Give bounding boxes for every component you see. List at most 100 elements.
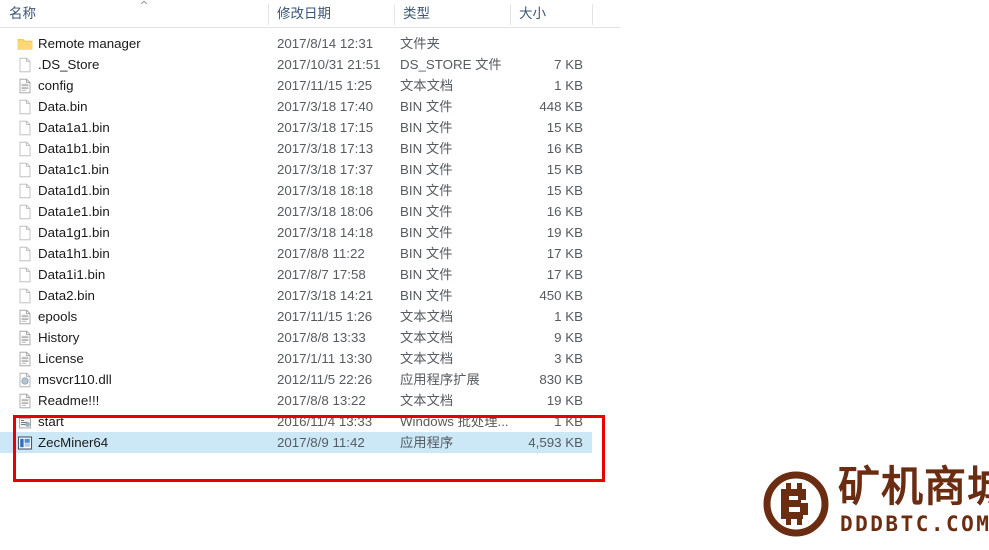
blank-file-icon: [17, 99, 33, 115]
cell-file-name: config: [38, 78, 74, 93]
cell-file-name: Data1i1.bin: [38, 267, 106, 282]
column-header-name[interactable]: 名称: [0, 0, 268, 27]
blank-file-icon: [17, 57, 33, 73]
table-row[interactable]: ZecMiner64 2017/8/9 11:42 应用程序 4,593 KB: [0, 432, 592, 453]
table-row[interactable]: Readme!!! 2017/8/8 13:22 文本文档 19 KB: [0, 390, 592, 411]
cell-modified-date: 2017/3/18 17:13: [277, 141, 374, 156]
bitcoin-logo-icon: [762, 470, 830, 538]
batch-file-icon: [17, 414, 33, 430]
cell-file-size: 16 KB: [546, 204, 583, 219]
table-row[interactable]: Data1e1.bin 2017/3/18 18:06 BIN 文件 16 KB: [0, 201, 592, 222]
cell-file-size: 448 KB: [539, 99, 583, 114]
cell-file-type: 文本文档: [400, 78, 454, 93]
blank-file-icon: [17, 204, 33, 220]
cell-file-size: 450 KB: [539, 288, 583, 303]
table-row[interactable]: History 2017/8/8 13:33 文本文档 9 KB: [0, 327, 592, 348]
cell-file-name: Data1a1.bin: [38, 120, 110, 135]
cell-modified-date: 2012/11/5 22:26: [277, 372, 373, 387]
cell-file-type: 应用程序扩展: [400, 372, 480, 387]
cell-modified-date: 2017/3/18 14:18: [277, 225, 374, 240]
blank-file-icon: [17, 162, 33, 178]
cell-file-size: 19 KB: [546, 225, 583, 240]
watermark-domain-text: DDDBTC.COM: [840, 512, 989, 536]
cell-modified-date: 2017/3/18 17:37: [277, 162, 374, 177]
cell-file-size: 17 KB: [546, 267, 583, 282]
cell-file-name: ZecMiner64: [38, 435, 109, 450]
table-row[interactable]: Data1h1.bin 2017/8/8 11:22 BIN 文件 17 KB: [0, 243, 592, 264]
cell-file-name: Remote manager: [38, 36, 141, 51]
blank-file-icon: [17, 225, 33, 241]
text-file-icon: [17, 351, 33, 367]
column-header-date[interactable]: 修改日期: [268, 0, 394, 27]
cell-file-type: BIN 文件: [400, 246, 453, 261]
blank-file-icon: [17, 288, 33, 304]
cell-file-type: BIN 文件: [400, 162, 453, 177]
table-row[interactable]: config 2017/11/15 1:25 文本文档 1 KB: [0, 75, 592, 96]
cell-file-name: Data1e1.bin: [38, 204, 110, 219]
text-file-icon: [17, 78, 33, 94]
cell-file-type: DS_STORE 文件: [400, 57, 502, 72]
column-header-size[interactable]: 大小: [510, 0, 592, 27]
cell-file-type: BIN 文件: [400, 288, 453, 303]
cell-file-size: 9 KB: [554, 330, 583, 345]
table-row[interactable]: Data1c1.bin 2017/3/18 17:37 BIN 文件 15 KB: [0, 159, 592, 180]
blank-file-icon: [17, 246, 33, 262]
table-row[interactable]: Data1a1.bin 2017/3/18 17:15 BIN 文件 15 KB: [0, 117, 592, 138]
cell-file-name: Data1c1.bin: [38, 162, 109, 177]
cell-file-name: start: [38, 414, 64, 429]
cell-file-size: 1 KB: [554, 78, 583, 93]
column-divider[interactable]: [592, 4, 593, 25]
cell-modified-date: 2017/10/31 21:51: [277, 57, 381, 72]
table-row[interactable]: License 2017/1/11 13:30 文本文档 3 KB: [0, 348, 592, 369]
text-file-icon: [17, 393, 33, 409]
cell-modified-date: 2016/11/4 13:33: [277, 414, 373, 429]
table-row[interactable]: .DS_Store 2017/10/31 21:51 DS_STORE 文件 7 KB: [0, 54, 592, 75]
cell-file-size: 15 KB: [546, 162, 583, 177]
blank-file-icon: [17, 120, 33, 136]
cell-modified-date: 2017/3/18 18:06: [277, 204, 374, 219]
cell-modified-date: 2017/3/18 18:18: [277, 183, 374, 198]
cell-file-name: msvcr110.dll: [38, 372, 112, 387]
cell-file-type: 应用程序: [400, 435, 454, 450]
table-row[interactable]: Data2.bin 2017/3/18 14:21 BIN 文件 450 KB: [0, 285, 592, 306]
table-row[interactable]: Data1g1.bin 2017/3/18 14:18 BIN 文件 19 KB: [0, 222, 592, 243]
cell-file-type: BIN 文件: [400, 120, 453, 135]
cell-file-name: Data.bin: [38, 99, 88, 114]
table-row[interactable]: Data1i1.bin 2017/8/7 17:58 BIN 文件 17 KB: [0, 264, 592, 285]
watermark-chinese-text: 矿机商城: [838, 462, 989, 511]
table-row[interactable]: Data1b1.bin 2017/3/18 17:13 BIN 文件 16 KB: [0, 138, 592, 159]
cell-file-size: 830 KB: [539, 372, 583, 387]
cell-file-name: Data1h1.bin: [38, 246, 110, 261]
folder-icon: [17, 36, 33, 52]
cell-file-size: 7 KB: [554, 57, 583, 72]
table-row[interactable]: Remote manager 2017/8/14 12:31 文件夹: [0, 33, 592, 54]
cell-file-type: Windows 批处理...: [400, 414, 508, 429]
cell-file-name: .DS_Store: [38, 57, 100, 72]
application-icon: [17, 435, 33, 451]
table-row[interactable]: Data1d1.bin 2017/3/18 18:18 BIN 文件 15 KB: [0, 180, 592, 201]
cell-file-type: 文本文档: [400, 309, 454, 324]
cell-file-size: [498, 33, 583, 54]
cell-file-type: BIN 文件: [400, 204, 453, 219]
table-row[interactable]: start 2016/11/4 13:33 Windows 批处理... 1 KB: [0, 411, 592, 432]
table-row[interactable]: msvcr110.dll 2012/11/5 22:26 应用程序扩展 830 KB: [0, 369, 592, 390]
cell-file-type: 文本文档: [400, 330, 454, 345]
column-header-type[interactable]: 类型: [394, 0, 510, 27]
cell-modified-date: 2017/8/7 17:58: [277, 267, 366, 282]
dll-file-icon: [17, 372, 33, 388]
cell-file-size: 17 KB: [546, 246, 583, 261]
table-row[interactable]: Data.bin 2017/3/18 17:40 BIN 文件 448 KB: [0, 96, 592, 117]
cell-file-type: BIN 文件: [400, 183, 453, 198]
cell-file-type: 文本文档: [400, 393, 454, 408]
cell-modified-date: 2017/3/18 14:21: [277, 288, 374, 303]
cell-modified-date: 2017/8/9 11:42: [277, 435, 365, 450]
file-rows-container: Remote manager 2017/8/14 12:31 文件夹 .DS_Stor…: [0, 33, 620, 453]
cell-file-size: 16 KB: [546, 141, 583, 156]
cell-file-type: 文件夹: [400, 36, 440, 51]
table-row[interactable]: epools 2017/11/15 1:26 文本文档 1 KB: [0, 306, 592, 327]
cell-modified-date: 2017/8/8 11:22: [277, 246, 365, 261]
cell-file-name: Data1d1.bin: [38, 183, 110, 198]
watermark: 矿机商城 DDDBTC.COM: [762, 462, 989, 544]
cell-modified-date: 2017/1/11 13:30: [277, 351, 373, 366]
cell-modified-date: 2017/8/8 13:22: [277, 393, 366, 408]
